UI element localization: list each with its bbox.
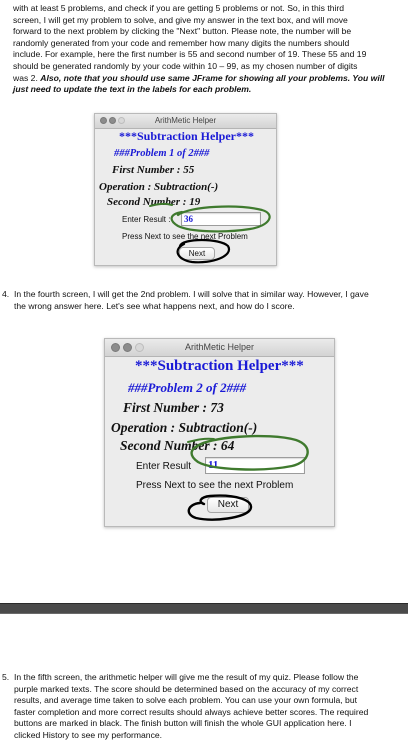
- result-input[interactable]: 36: [181, 212, 261, 226]
- page-divider: [0, 603, 408, 614]
- enter-result-label: Enter Result :: [122, 215, 171, 224]
- intro-line-7: was 2. Also, note that you should use sa…: [13, 73, 385, 85]
- intro-line-8: just need to update the text in the labe…: [13, 84, 251, 96]
- step-number: 4.: [2, 289, 10, 299]
- intro-line: include. For example, here the first num…: [13, 49, 367, 60]
- step5-line: purple marked texts. The score should be…: [14, 683, 359, 694]
- minimize-icon[interactable]: [123, 343, 132, 352]
- step5-line: results, and average time taken to solve…: [14, 695, 357, 706]
- maximize-icon[interactable]: [118, 117, 125, 124]
- press-next-label: Press Next to see the next Problem: [122, 232, 248, 241]
- first-number-label: First Number : 73: [123, 400, 224, 415]
- intro-line-start: was 2.: [13, 72, 41, 83]
- next-button[interactable]: Next: [179, 247, 215, 260]
- first-number-label: First Number : 55: [112, 164, 195, 176]
- problem-label: ###Problem 2 of 2###: [128, 380, 247, 395]
- step5-line: In the fifth screen, the arithmetic help…: [14, 672, 359, 682]
- intro-line: with at least 5 problems, and check if y…: [13, 3, 345, 13]
- step5-line: faster completion and more correct resul…: [14, 706, 369, 717]
- intro-line: screen, I will get my problem to solve, …: [13, 14, 348, 25]
- intro-line: forward to the next problem by clicking …: [13, 26, 352, 37]
- window-title: ArithMetic Helper: [154, 116, 217, 125]
- helper-header: ***Subtraction Helper***: [119, 129, 254, 143]
- window-titlebar: ArithMetic Helper: [95, 114, 276, 129]
- step5-line: buttons are marked in black. The finish …: [14, 718, 352, 729]
- close-icon[interactable]: [111, 343, 120, 352]
- window-title: ArithMetic Helper: [184, 342, 255, 352]
- enter-result-label: Enter Result: [136, 461, 192, 472]
- close-icon[interactable]: [100, 117, 107, 124]
- step4-line: the wrong answer here. Let's see what ha…: [14, 300, 295, 311]
- step4-line: In the fourth screen, I will get the 2nd…: [14, 289, 369, 299]
- app-window-1: ArithMetic Helper ***Subtraction Helper*…: [94, 113, 277, 266]
- app-window-2: ArithMetic Helper ***Subtraction Helper*…: [104, 338, 335, 527]
- step-number: 5.: [2, 672, 10, 682]
- second-number-label: Second Number : 19: [107, 196, 201, 208]
- press-next-label: Press Next to see the next Problem: [136, 480, 294, 491]
- step5-line: clicked History to see my performance.: [14, 730, 163, 740]
- operation-label: Operation : Subtraction(-): [99, 181, 219, 193]
- intro-emphasis-2: just need to update the text in the labe…: [13, 84, 252, 95]
- result-input[interactable]: 11: [205, 457, 305, 474]
- next-button[interactable]: Next: [207, 497, 249, 513]
- second-number-label: Second Number : 64: [120, 438, 235, 453]
- intro-line: should be generated randomly by your cod…: [13, 61, 358, 71]
- operation-label: Operation : Subtraction(-): [111, 420, 258, 435]
- window-titlebar: ArithMetic Helper: [105, 339, 334, 357]
- problem-label: ###Problem 1 of 2###: [114, 148, 210, 159]
- maximize-icon[interactable]: [135, 343, 144, 352]
- intro-emphasis: Also, note that you should use same JFra…: [40, 72, 385, 83]
- helper-header: ***Subtraction Helper***: [135, 358, 304, 374]
- intro-line: randomly generated from your code and re…: [13, 37, 350, 48]
- minimize-icon[interactable]: [109, 117, 116, 124]
